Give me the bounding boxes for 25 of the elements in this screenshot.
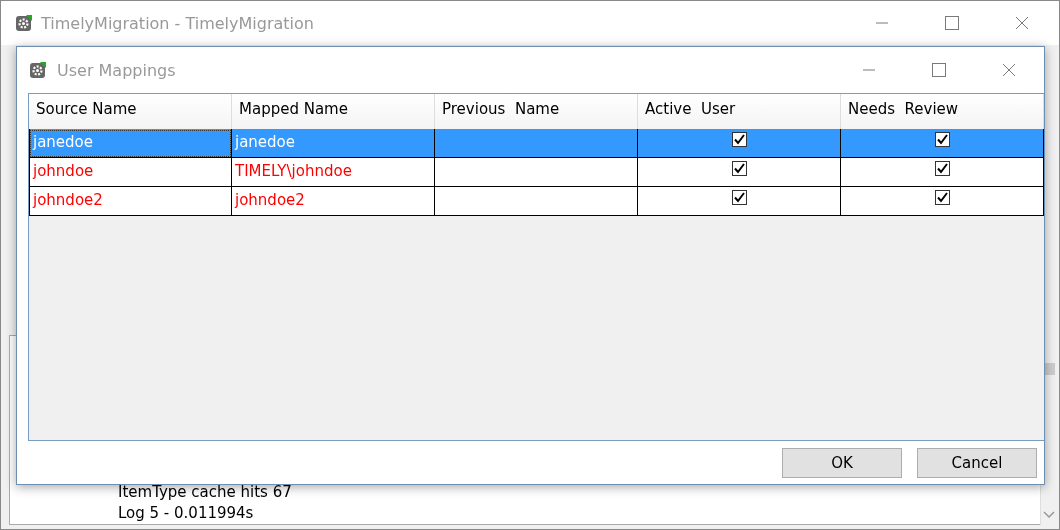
checkbox[interactable] [934,161,950,176]
checkbox[interactable] [934,190,950,205]
ok-button[interactable]: OK [782,447,902,478]
dialog-title: User Mappings [57,60,176,80]
table-row[interactable]: johndoe TIMELY\johndoe [29,158,1044,187]
checkbox[interactable] [731,161,747,176]
log-line: Log 5 - 0.011994s [118,503,254,524]
table-cell: janedoe [232,129,435,158]
maximize-icon[interactable] [945,16,959,30]
maximize-icon[interactable] [932,63,946,77]
chevron-down-icon[interactable] [1043,511,1055,519]
checkbox[interactable] [731,132,747,147]
cancel-button[interactable]: Cancel [917,447,1037,478]
checkbox[interactable] [731,190,747,205]
close-icon[interactable] [1002,63,1016,77]
table-row[interactable]: johndoe2 johndoe2 [29,187,1044,216]
table-cell: johndoe2 [232,187,435,216]
table-cell: janedoe [29,129,232,158]
window-title: TimelyMigration - TimelyMigration [41,13,314,33]
close-icon[interactable] [1015,16,1029,30]
log-line: ItemType cache hits 67 [118,482,292,503]
checkbox[interactable] [934,132,950,147]
gear-icon [29,61,47,79]
gear-icon [15,14,33,32]
table-cell: johndoe2 [29,187,232,216]
